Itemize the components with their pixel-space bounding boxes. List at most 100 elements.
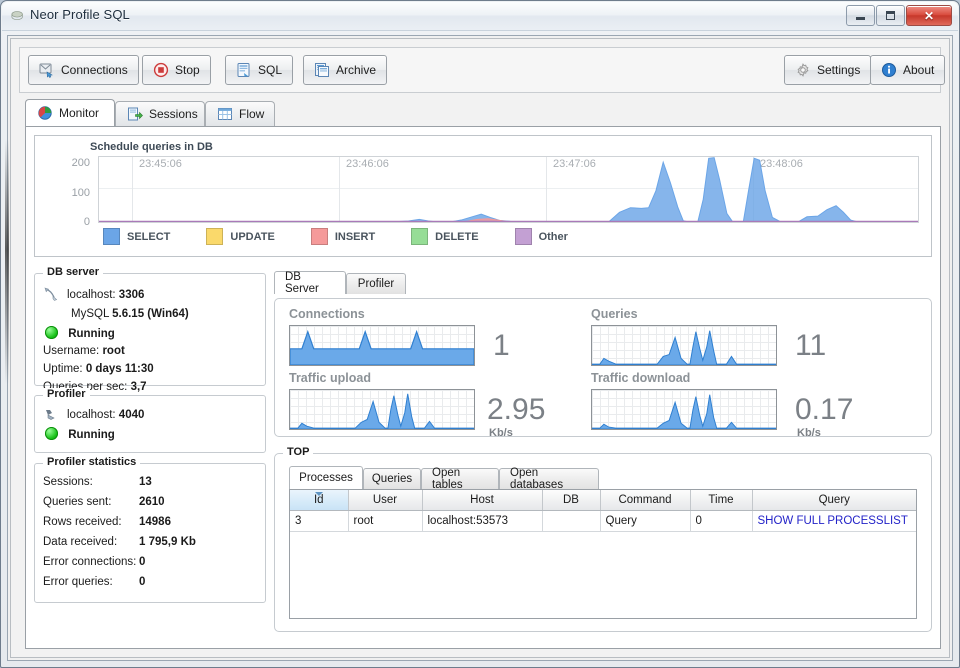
window-controls: ✕: [845, 5, 952, 26]
chart-legend: SELECT UPDATE INSERT DELETE: [103, 228, 604, 245]
schedule-chart-panel: Schedule queries in DB 200 100 0 23:45:0…: [34, 135, 932, 257]
top-panel: TOP Processes Queries Open tables: [274, 453, 932, 632]
processes-table[interactable]: Id User Host DB Command Time Query: [289, 489, 917, 619]
column-header-query[interactable]: Query: [752, 490, 916, 510]
tab-open-databases-label: Open databases: [510, 467, 588, 491]
app-icon: [11, 9, 25, 23]
archive-button[interactable]: Archive: [303, 55, 387, 85]
chart-series-svg: [99, 157, 918, 222]
metric-traffic-download-unit: Kb/s: [797, 427, 821, 439]
profiler-port: 4040: [119, 409, 145, 421]
sql-label: SQL: [258, 63, 282, 77]
legend-label: SELECT: [127, 231, 170, 243]
cell-query[interactable]: SHOW FULL PROCESSLIST: [752, 510, 916, 531]
title-bar: Neor Profile SQL ✕: [2, 2, 958, 31]
connections-icon: [39, 62, 55, 78]
client-inner: Connections Stop: [10, 38, 950, 658]
stat-error-connections-value: 0: [139, 556, 145, 568]
db-server-username: Username: root: [43, 345, 125, 357]
db-server-host: localhost: 3306: [67, 289, 144, 301]
tab-flow-label: Flow: [239, 107, 264, 121]
profiler-statistics-caption: Profiler statistics: [43, 456, 140, 468]
main-toolbar: Connections Stop: [19, 47, 941, 93]
table-header-row: Id User Host DB Command Time Query: [290, 490, 916, 510]
traffic-upload-sparkline: [289, 389, 475, 430]
db-server-uptime: Uptime: 0 days 11:30: [43, 363, 154, 375]
column-header-command[interactable]: Command: [600, 490, 690, 510]
tab-processes-label: Processes: [299, 472, 353, 484]
stat-sessions-label: Sessions:: [43, 476, 93, 488]
stat-data-received-label: Data received:: [43, 536, 117, 548]
row-value: 3,7: [131, 381, 147, 393]
profiler-caption: Profiler: [43, 388, 90, 400]
close-button[interactable]: ✕: [906, 5, 952, 26]
db-server-status-label: Running: [68, 328, 115, 340]
db-server-caption: DB server: [43, 266, 103, 278]
tab-processes[interactable]: Processes: [289, 466, 363, 489]
column-header-id[interactable]: Id: [290, 490, 348, 510]
monitor-tab-page: Schedule queries in DB 200 100 0 23:45:0…: [25, 126, 941, 649]
legend-swatch: [206, 228, 223, 245]
tab-db-server-label: DB Server: [285, 271, 335, 295]
traffic-download-sparkline: [591, 389, 777, 430]
cell-user: root: [348, 510, 422, 531]
table-row[interactable]: 3 root localhost:53573 Query 0 SHOW FULL…: [290, 510, 916, 531]
archive-icon: [314, 62, 330, 78]
connections-label: Connections: [61, 63, 128, 77]
tab-flow[interactable]: Flow: [205, 101, 275, 126]
metric-queries-value: 11: [795, 329, 826, 363]
tab-profiler[interactable]: Profiler: [346, 273, 406, 294]
sql-button[interactable]: SQL: [225, 55, 293, 85]
settings-button[interactable]: Settings: [784, 55, 871, 85]
tab-monitor[interactable]: Monitor: [25, 99, 115, 126]
legend-swatch: [411, 228, 428, 245]
tab-db-server[interactable]: DB Server: [274, 271, 346, 294]
tab-open-tables[interactable]: Open tables: [421, 468, 499, 489]
status-indicator-icon: [45, 326, 58, 339]
window-edge-shadow: [5, 139, 9, 384]
cell-host: localhost:53573: [422, 510, 542, 531]
stop-button[interactable]: Stop: [142, 55, 211, 85]
metrics-panel: Connections 1 Queries: [274, 298, 932, 437]
legend-swatch: [311, 228, 328, 245]
stat-error-queries-value: 0: [139, 576, 145, 588]
stat-error-connections-label: Error connections:: [43, 556, 136, 568]
minimize-button[interactable]: [846, 5, 875, 26]
tab-sessions[interactable]: Sessions: [115, 101, 205, 126]
db-server-engine-version: 5.6.15 (Win64): [112, 308, 189, 320]
profiler-status: Running: [45, 427, 115, 441]
about-button[interactable]: About: [870, 55, 945, 85]
queries-sparkline: [591, 325, 777, 366]
profiler-host: localhost: 4040: [67, 409, 144, 421]
client-area: Connections Stop: [7, 35, 953, 661]
column-header-host[interactable]: Host: [422, 490, 542, 510]
metric-traffic-upload-label: Traffic upload: [289, 371, 371, 385]
cell-db: [542, 510, 600, 531]
stat-data-received-value: 1 795,9 Kb: [139, 536, 196, 548]
tab-profiler-label: Profiler: [358, 278, 394, 290]
window-title: Neor Profile SQL: [30, 7, 130, 22]
stat-error-queries-label: Error queries:: [43, 576, 113, 588]
stat-rows-received-label: Rows received:: [43, 516, 122, 528]
main-tabstrip: Monitor Sessions: [25, 101, 941, 126]
column-header-user[interactable]: User: [348, 490, 422, 510]
row-label: Uptime:: [43, 363, 83, 375]
chart-ytick-100: 100: [35, 187, 90, 199]
legend-label: INSERT: [335, 231, 375, 243]
stat-sessions-value: 13: [139, 476, 152, 488]
connections-sparkline: [289, 325, 475, 366]
tab-open-databases[interactable]: Open databases: [499, 468, 599, 489]
stop-label: Stop: [175, 63, 200, 77]
column-header-db[interactable]: DB: [542, 490, 600, 510]
tab-queries[interactable]: Queries: [363, 468, 421, 489]
stat-queries-sent-label: Queries sent:: [43, 496, 111, 508]
cell-time: 0: [690, 510, 752, 531]
profiler-host-label: localhost:: [67, 409, 116, 421]
stop-icon: [153, 62, 169, 78]
tab-open-tables-label: Open tables: [432, 467, 488, 491]
maximize-button[interactable]: [876, 5, 905, 26]
db-server-engine-label: MySQL: [71, 308, 109, 320]
connections-button[interactable]: Connections: [28, 55, 139, 85]
profiler-status-label: Running: [68, 429, 115, 441]
column-header-time[interactable]: Time: [690, 490, 752, 510]
